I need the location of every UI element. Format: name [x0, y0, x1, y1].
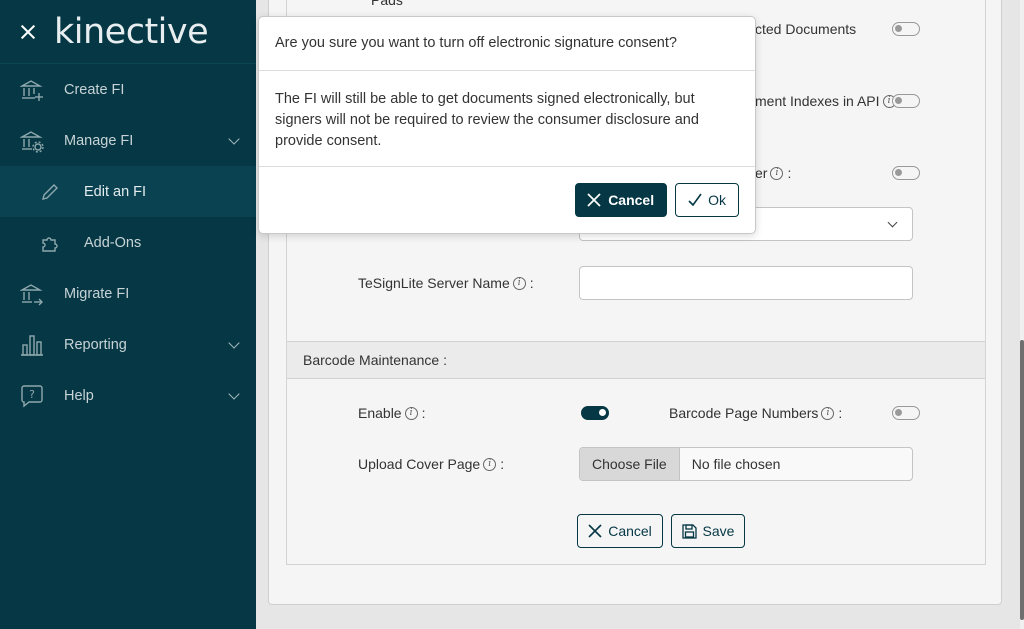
- modal-cancel-button[interactable]: Cancel: [575, 183, 668, 217]
- logo: kinective: [54, 11, 209, 52]
- document-indexes-label: ment Indexes in API i: [755, 93, 896, 109]
- sidebar-item-manage-fi[interactable]: Manage FI: [0, 115, 256, 166]
- scrollbar-thumb[interactable]: [1020, 340, 1024, 620]
- sidebar-item-label: Edit an FI: [84, 183, 147, 200]
- sidebar-item-reporting[interactable]: Reporting: [0, 319, 256, 370]
- sidebar-header: kinective: [0, 0, 256, 64]
- chevron-down-icon: [228, 388, 240, 400]
- svg-text:?: ?: [29, 388, 35, 401]
- chevron-down-icon: [228, 133, 240, 145]
- choose-file-button[interactable]: Choose File: [580, 448, 680, 480]
- close-icon[interactable]: [20, 24, 36, 40]
- sidebar-item-edit-fi[interactable]: Edit an FI: [0, 166, 256, 217]
- barcode-page-numbers-toggle[interactable]: [892, 406, 920, 420]
- close-icon: [588, 524, 602, 538]
- sidebar-item-label: Manage FI: [64, 132, 134, 149]
- sidebar-item-label: Help: [64, 387, 94, 404]
- file-status: No file chosen: [691, 456, 781, 472]
- sidebar-item-add-ons[interactable]: Add-Ons: [0, 217, 256, 268]
- save-button[interactable]: Save: [671, 514, 745, 548]
- modal-ok-button[interactable]: Ok: [675, 183, 739, 217]
- document-indexes-toggle[interactable]: [892, 94, 920, 108]
- upload-cover-page-label: Upload Cover Page i :: [358, 456, 505, 472]
- close-icon: [587, 193, 601, 207]
- tesignlite-server-label: TeSignLite Server Name i :: [358, 275, 534, 291]
- question-bubble-icon: ?: [20, 384, 44, 408]
- info-icon[interactable]: i: [512, 276, 526, 290]
- sidebar-item-label: Reporting: [64, 336, 127, 353]
- sidebar-item-label: Create FI: [64, 81, 125, 98]
- chevron-down-icon: [228, 337, 240, 349]
- barcode-section-header: Barcode Maintenance :: [287, 341, 985, 379]
- bar-chart-icon: [20, 333, 44, 357]
- protected-documents-toggle[interactable]: [892, 22, 920, 36]
- puzzle-icon: [38, 231, 62, 255]
- tesignlite-server-input[interactable]: [579, 266, 913, 300]
- sidebar-item-label: Migrate FI: [64, 285, 130, 302]
- modal-body: The FI will still be able to get documen…: [259, 71, 755, 167]
- info-icon[interactable]: i: [770, 166, 784, 180]
- cancel-button[interactable]: Cancel: [577, 514, 663, 548]
- sidebar-item-help[interactable]: ? Help: [0, 370, 256, 421]
- info-icon[interactable]: i: [821, 406, 835, 420]
- scrollbar[interactable]: [1020, 0, 1024, 629]
- pencil-icon: [38, 180, 62, 204]
- sidebar-item-create-fi[interactable]: Create FI: [0, 64, 256, 115]
- sidebar: kinective Create FI Manage FI Edit an FI…: [0, 0, 256, 629]
- info-icon[interactable]: i: [404, 406, 418, 420]
- check-icon: [688, 193, 702, 207]
- save-icon: [681, 523, 697, 539]
- sidebar-item-label: Add-Ons: [84, 234, 142, 251]
- sidebar-item-migrate-fi[interactable]: Migrate FI: [0, 268, 256, 319]
- bank-arrow-icon: [20, 282, 44, 306]
- enable-toggle[interactable]: [581, 406, 609, 420]
- bank-plus-icon: [20, 78, 44, 102]
- enable-label: Enable i :: [358, 405, 426, 421]
- cover-page-file-input[interactable]: Choose File No file chosen: [579, 447, 913, 481]
- pads-label: Pads: [371, 0, 403, 8]
- server-toggle[interactable]: [892, 166, 920, 180]
- modal-footer: Cancel Ok: [575, 183, 739, 217]
- barcode-page-numbers-label: Barcode Page Numbers i :: [669, 405, 843, 421]
- protected-documents-label: cted Documents: [755, 21, 857, 37]
- server-label: er i :: [755, 165, 792, 181]
- chevron-down-icon: [887, 217, 898, 228]
- bank-gear-icon: [20, 129, 44, 153]
- info-icon[interactable]: i: [483, 457, 497, 471]
- modal-title: Are you sure you want to turn off electr…: [259, 17, 755, 71]
- confirm-modal: Are you sure you want to turn off electr…: [258, 16, 756, 234]
